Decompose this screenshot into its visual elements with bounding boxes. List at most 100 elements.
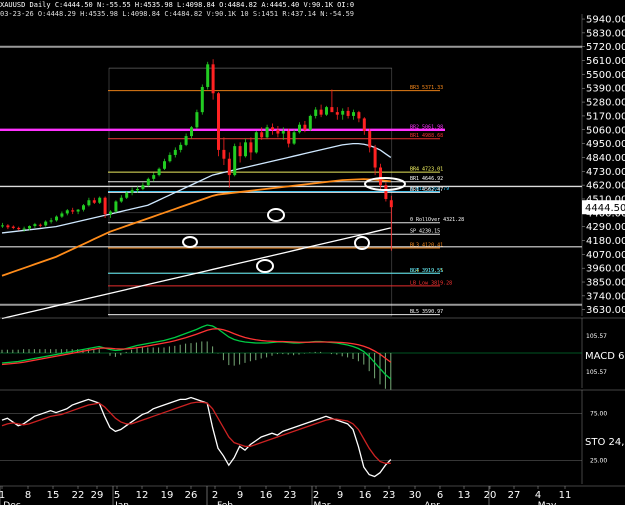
month-label: Feb [217,501,233,505]
candle-body [260,132,264,138]
candle-body [157,168,161,176]
month-label: Jan [114,501,129,505]
macd-tick-label: 105.57 [586,369,607,376]
level-label: SP 4230.15 [410,229,440,235]
stochastic-tick-label: 75.00 [590,411,607,418]
candle-body [373,147,377,168]
candle-body [125,192,129,198]
candle-body [17,227,21,230]
candle-body [6,225,10,228]
candle-body [330,107,334,113]
candle-body [384,185,388,199]
candle-body [308,115,312,130]
price-tick-label: 4730.00 [586,167,625,178]
price-tick-label: 4840.00 [586,153,625,164]
candle-body [44,221,48,226]
candle-body [87,200,91,206]
candle-body [244,142,247,157]
time-tick-label: 30 [409,490,422,501]
candle-body [281,131,285,134]
price-tick-label: 3960.00 [586,264,625,275]
price-tick-label: 4950.00 [586,139,625,150]
time-tick-label: 9 [237,490,243,501]
candle-body [119,197,123,202]
time-tick-label: 23 [383,490,396,501]
candle-body [265,127,269,138]
level-label: BL3 4120.41 [410,242,443,248]
month-label: Dec [3,501,20,505]
time-tick-label: 5 [114,490,120,501]
candle-body [98,197,102,203]
price-tick-label: 4070.00 [586,250,625,261]
level-label: BR3 5371.33 [410,85,443,91]
candle-body [292,132,296,144]
header-stats: C:4444.50 N:-55.55 H:4535.98 L:4098.84 O… [54,1,355,9]
price-tick-label: 3850.00 [586,278,625,289]
chart-date-line: 03-23-26 O:4448.29 H:4535.98 L:4098.84 C… [0,10,355,18]
time-tick-label: 16 [359,490,372,501]
candle-body [60,213,64,217]
candle-body [190,127,193,137]
candle-body [92,200,96,203]
time-tick-label: 11 [559,490,572,501]
time-tick-label: 8 [25,490,31,501]
candle-body [130,190,134,193]
time-tick-label: 26 [185,490,198,501]
candle-body [179,144,183,150]
level-label: BR4 4723.01 [410,167,443,173]
time-tick-label: 6 [437,490,443,501]
time-tick-label: 9 [337,490,343,501]
price-tick-label: 5170.00 [586,111,625,122]
price-tick-label: 5280.00 [586,98,625,109]
candle-body [184,136,188,145]
candle-body [103,197,107,215]
period-label: Daily [29,1,51,9]
candle-body [287,131,291,144]
candle-body [11,226,15,228]
month-label: May [538,501,557,505]
level-label: BR1 4646.92 [410,176,443,182]
macd-title: MACD 6, [585,351,625,362]
time-tick-label: 23 [284,490,297,501]
price-tick-label: 3740.00 [586,291,625,302]
price-tick-label: 5610.00 [586,56,625,67]
stochastic-tick-label: 25.00 [590,458,607,465]
time-tick-label: 2 [212,490,218,501]
month-label: Mar [314,501,331,505]
symbol-label: XAUUSD [0,1,26,9]
level-label: BL5 3590.97 [410,309,443,315]
candle-body [168,154,172,162]
candle-body [82,205,85,210]
candle-body [217,93,220,150]
level-label: BR1 4562.47 [410,187,443,193]
chart-header-symbol: XAUUSD Daily C:4444.50 N:-55.55 H:4535.9… [0,1,354,10]
level-label: 0 RollOver 4321.28 [410,217,464,223]
candle-body [146,178,150,186]
candle-body [200,86,204,113]
candle-body [352,112,355,116]
price-tick-label: 5390.00 [586,84,625,95]
candle-body [71,210,75,212]
candle-body [368,131,372,148]
candle-body [249,142,253,153]
candle-body [319,109,323,115]
candle-body [238,146,242,157]
time-tick-label: 16 [260,490,273,501]
candle-body [362,118,366,132]
candle-body [303,124,307,130]
candle-body [276,129,280,134]
time-tick-label: 19 [161,490,174,501]
candle-body [136,188,139,191]
candle-body [298,124,301,133]
candle-body [314,109,318,116]
candle-body [28,226,31,229]
price-tick-label: 5830.00 [586,28,625,39]
candle-body [389,200,393,208]
candle-body [109,211,112,215]
time-tick-label: 27 [508,490,521,501]
price-tick-label: 5940.00 [586,15,625,26]
time-tick-label: 2 [313,490,319,501]
time-tick-label: 12 [136,490,149,501]
candle-body [173,149,177,155]
candle-body [227,158,231,176]
